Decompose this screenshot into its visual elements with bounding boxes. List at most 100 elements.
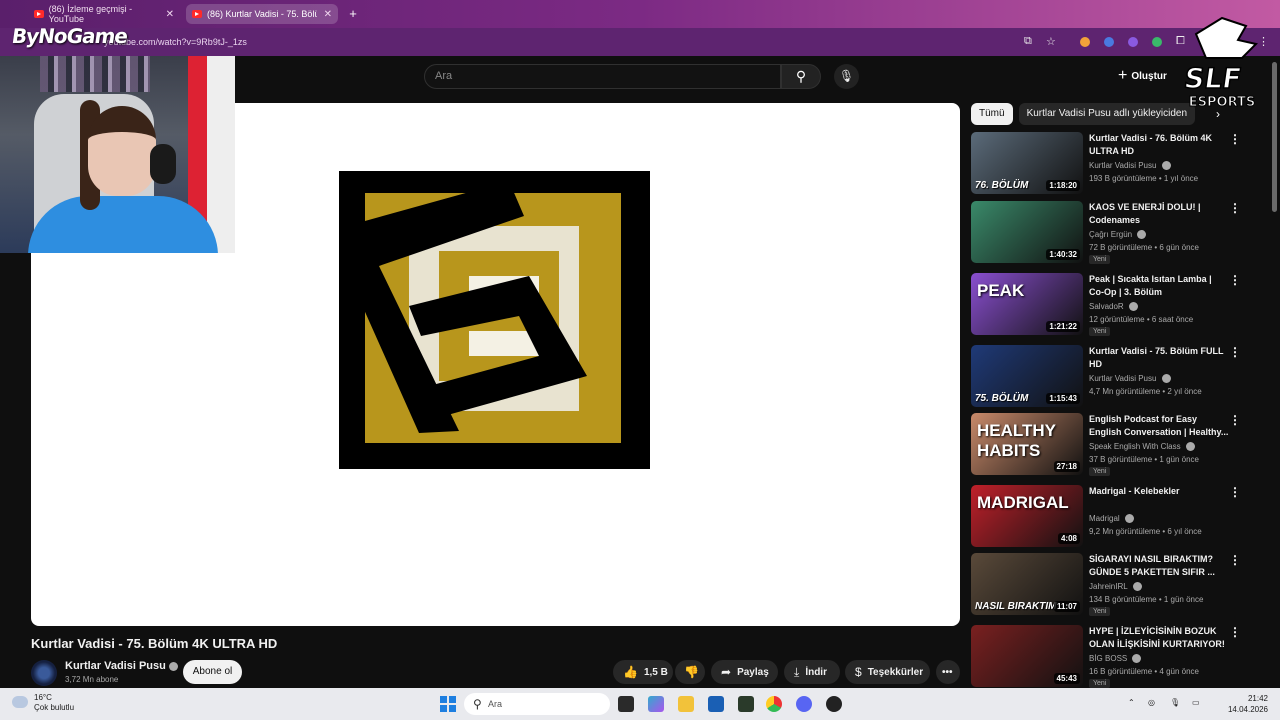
new-tab-button[interactable]: + (344, 5, 362, 23)
more-actions-button[interactable]: ••• (936, 660, 960, 684)
more-options-icon[interactable]: ⋮ (1229, 625, 1241, 639)
tab-history[interactable]: (86) İzleme geçmişi - YouTube ✕ (28, 4, 180, 24)
recommendation-title[interactable]: Madrigal - Kelebekler (1089, 485, 1229, 498)
task-view-icon[interactable] (618, 696, 634, 712)
recommendation-item[interactable]: 45:43 HYPE | İZLEYİCİSİNİN BOZUK OLAN İLİ… (971, 625, 1251, 689)
chevron-up-icon[interactable]: ⌃ (1128, 698, 1135, 707)
recommendation-title[interactable]: Kurtlar Vadisi - 75. Bölüm FULL HD (1089, 345, 1229, 371)
recommendation-channel[interactable]: Çağrı Ergün (1089, 230, 1147, 240)
recommendation-channel[interactable]: Kurtlar Vadisi Pusu (1089, 374, 1171, 384)
new-badge: Yeni (1089, 327, 1111, 336)
video-thumbnail[interactable]: MADRIGAL 4:08 (971, 485, 1083, 547)
duration-badge: 1:15:43 (1046, 393, 1080, 404)
more-options-icon[interactable]: ⋮ (1229, 485, 1241, 499)
extension-icon[interactable] (1104, 37, 1114, 47)
verified-icon (1128, 302, 1138, 312)
search-button[interactable]: ⚲ (781, 64, 821, 89)
more-dots-icon: ••• (942, 666, 953, 678)
more-options-icon[interactable]: ⋮ (1229, 553, 1241, 567)
file-explorer-icon[interactable] (678, 696, 694, 712)
voice-search-button[interactable]: 🎙 (834, 64, 859, 89)
recommendation-title[interactable]: Peak | Sıcakta Isıtan Lamba | Co-Op | 3.… (1089, 273, 1229, 299)
recommendation-item[interactable]: 75. BÖLÜM 1:15:43 Kurtlar Vadisi - 75. Böl… (971, 345, 1251, 409)
share-button[interactable]: ➦ Paylaş (711, 660, 778, 684)
cast-icon[interactable]: ⧉ (1024, 35, 1032, 48)
extension-icon[interactable] (1128, 37, 1138, 47)
more-options-icon[interactable]: ⋮ (1229, 273, 1241, 287)
video-thumbnail[interactable]: 76. BÖLÜM 1:18:20 (971, 132, 1083, 194)
channel-label: Madrigal (1089, 514, 1120, 523)
video-thumbnail[interactable]: 1:40:32 (971, 201, 1083, 263)
start-button[interactable] (440, 696, 456, 712)
download-button[interactable]: ⤓ İndir (784, 660, 840, 684)
recommendation-item[interactable]: 76. BÖLÜM 1:18:20 Kurtlar Vadisi - 76. Böl… (971, 132, 1251, 196)
close-tab-icon[interactable]: ✕ (166, 9, 174, 20)
video-title: Kurtlar Vadisi - 75. Bölüm 4K ULTRA HD (31, 636, 278, 651)
recommendation-item[interactable]: 1:40:32 KAOS VE ENERJİ DOLU! | Codenames Ç… (971, 201, 1251, 265)
more-options-icon[interactable]: ⋮ (1229, 345, 1241, 359)
recommendation-item[interactable]: NASIL BIRAKTIM 11:07 SİGARAYI NASIL BIRAKT… (971, 553, 1251, 617)
recommendation-channel[interactable]: Speak English With Class (1089, 442, 1195, 452)
recommendation-title[interactable]: Kurtlar Vadisi - 76. Bölüm 4K ULTRA HD (1089, 132, 1229, 158)
duration-badge: 1:40:32 (1046, 249, 1080, 260)
webcam-overlay (0, 56, 235, 253)
close-tab-icon[interactable]: ✕ (324, 9, 332, 20)
recommendation-title[interactable]: KAOS VE ENERJİ DOLU! | Codenames (1089, 201, 1229, 227)
store-icon[interactable] (708, 696, 724, 712)
scrollbar[interactable] (1272, 62, 1277, 212)
new-badge: Yeni (1089, 679, 1111, 688)
chrome-icon[interactable] (766, 696, 782, 712)
network-icon[interactable]: ◎ (1148, 698, 1155, 707)
display-icon[interactable]: ▭ (1192, 698, 1200, 707)
video-thumbnail[interactable]: PEAK 1:21:22 (971, 273, 1083, 335)
like-count: 1,5 B (643, 666, 668, 678)
create-label: Oluştur (1131, 70, 1167, 82)
recommendation-channel[interactable]: BİG BOSS (1089, 654, 1142, 664)
channel-name[interactable]: Kurtlar Vadisi Pusu (65, 660, 178, 672)
extension-icon[interactable] (1080, 37, 1090, 47)
video-thumbnail[interactable]: 45:43 (971, 625, 1083, 687)
discord-icon[interactable] (796, 696, 812, 712)
video-thumbnail[interactable]: 75. BÖLÜM 1:15:43 (971, 345, 1083, 407)
bookmark-star-icon[interactable]: ☆ (1046, 35, 1056, 48)
more-options-icon[interactable]: ⋮ (1229, 201, 1241, 215)
chip-from-uploader[interactable]: Kurtlar Vadisi Pusu adlı yükleyiciden (1018, 103, 1196, 125)
recommendation-channel[interactable]: JahreinIRL (1089, 582, 1142, 592)
channel-avatar[interactable] (31, 660, 57, 686)
windows-taskbar: 16°C Çok bulutlu Ara ⌃ ◎ 🎙 ▭ 21:42 14.04… (0, 688, 1280, 720)
dislike-button[interactable]: 👎 (675, 660, 705, 684)
recommendation-channel[interactable]: SalvadoR (1089, 302, 1138, 312)
recommendation-item[interactable]: HEALTHY HABITS 27:18 English Podcast for E… (971, 413, 1251, 477)
recommendation-meta: 134 B görüntüleme • 1 gün önce (1089, 595, 1204, 604)
recommendation-title[interactable]: English Podcast for Easy English Convers… (1089, 413, 1229, 439)
recommendation-title[interactable]: HYPE | İZLEYİCİSİNİN BOZUK OLAN İLİŞKİSİ… (1089, 625, 1229, 651)
microphone-icon: 🎙 (838, 69, 855, 83)
recommendation-title[interactable]: SİGARAYI NASIL BIRAKTIM? GÜNDE 5 PAKETTE… (1089, 553, 1229, 579)
search-input[interactable]: Ara (424, 64, 781, 89)
tab-video[interactable]: (86) Kurtlar Vadisi - 75. Bölüm 4 ✕ (186, 4, 338, 24)
copilot-icon[interactable] (648, 696, 664, 712)
create-button[interactable]: + Oluştur (1118, 66, 1167, 86)
obs-icon[interactable] (826, 696, 842, 712)
recommendation-channel[interactable]: Kurtlar Vadisi Pusu (1089, 161, 1171, 171)
subscribe-button[interactable]: Abone ol (183, 660, 242, 684)
channel-label: JahreinIRL (1089, 582, 1128, 591)
app-icon[interactable] (738, 696, 754, 712)
more-options-icon[interactable]: ⋮ (1229, 413, 1241, 427)
filter-chips: Tümü Kurtlar Vadisi Pusu adlı yükleyicid… (971, 103, 1201, 125)
extension-icon[interactable] (1152, 37, 1162, 47)
video-thumbnail[interactable]: NASIL BIRAKTIM 11:07 (971, 553, 1083, 615)
microphone-tray-icon[interactable]: 🎙 (1170, 698, 1180, 707)
chip-all[interactable]: Tümü (971, 103, 1013, 125)
thumbs-down-icon: 👎 (684, 665, 699, 679)
clock[interactable]: 21:42 14.04.2026 (1218, 693, 1268, 715)
taskbar-search[interactable]: Ara (464, 693, 610, 715)
more-options-icon[interactable]: ⋮ (1229, 132, 1241, 146)
recommendation-channel[interactable]: Madrigal (1089, 514, 1134, 524)
thanks-button[interactable]: $ Teşekkürler (845, 660, 930, 684)
weather-widget[interactable]: 16°C Çok bulutlu (12, 693, 74, 713)
recommendation-item[interactable]: PEAK 1:21:22 Peak | Sıcakta Isıtan Lamba |… (971, 273, 1251, 337)
video-thumbnail[interactable]: HEALTHY HABITS 27:18 (971, 413, 1083, 475)
recommendation-item[interactable]: MADRIGAL 4:08 Madrigal - Kelebekler Madriga… (971, 485, 1251, 549)
like-button[interactable]: 👍 1,5 B (613, 660, 673, 684)
